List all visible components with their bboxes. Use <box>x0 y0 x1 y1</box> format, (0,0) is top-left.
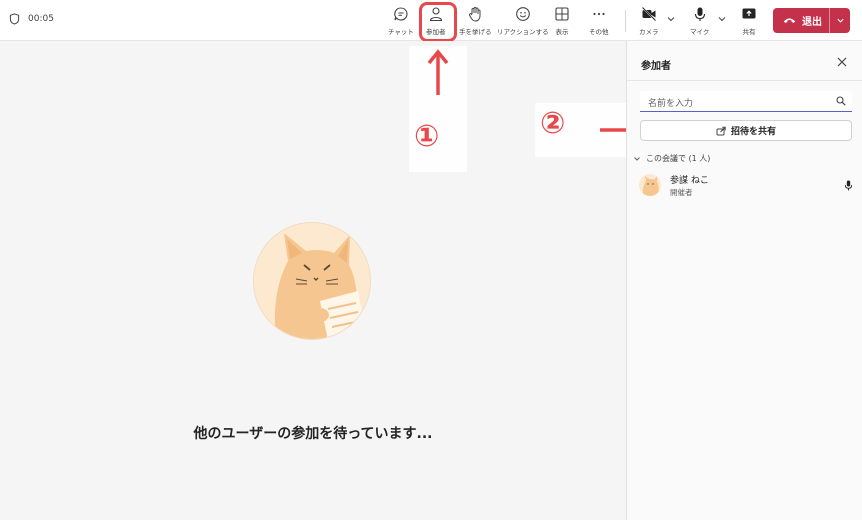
share-icon <box>716 126 726 135</box>
call-timer: 00:05 <box>9 13 54 25</box>
participant-name: 参謀 ねこ <box>670 175 709 186</box>
panel-title: 参加者 <box>641 61 671 72</box>
raise-hand-label: 手を挙げる <box>459 28 492 36</box>
chevron-down-icon <box>836 18 844 23</box>
mic-icon <box>844 180 853 191</box>
phone-hangup-icon <box>783 18 796 23</box>
more-label: その他 <box>589 28 609 36</box>
participants-panel: 参加者 招待を共有 この会議で (1 人) 参謀 ねこ 開催者 <box>626 41 862 520</box>
mic-options-chevron-icon[interactable] <box>717 14 727 24</box>
camera-off-icon <box>641 6 656 22</box>
meeting-toolbar: 00:05 チャット 参加者 手を挙げる リアクションする 表示 その他 カメラ… <box>0 0 862 42</box>
meeting-stage: 他のユーザーの参加を待っています... ① ② <box>0 41 655 520</box>
cat-avatar-icon <box>639 174 661 196</box>
share-screen-icon <box>742 8 756 19</box>
section-label: この会議で (1 人) <box>646 154 711 163</box>
mic-button[interactable]: マイク <box>690 6 709 36</box>
camera-button[interactable]: カメラ <box>639 6 659 36</box>
in-meeting-section-header[interactable]: この会議で (1 人) <box>633 153 710 164</box>
search-icon <box>836 96 846 106</box>
cat-illustration <box>254 223 370 339</box>
raise-hand-button[interactable]: 手を挙げる <box>459 6 492 36</box>
arrow-up-icon <box>427 49 449 95</box>
participant-item[interactable]: 参謀 ねこ 開催者 <box>639 172 857 198</box>
share-screen-button[interactable]: 共有 <box>741 6 757 36</box>
camera-options-chevron-icon[interactable] <box>666 14 676 24</box>
hand-icon <box>469 7 481 22</box>
grid-icon <box>555 7 569 21</box>
mic-label: マイク <box>690 28 710 36</box>
people-button-highlight <box>419 2 457 42</box>
emoji-icon <box>515 7 530 21</box>
leave-label: 退出 <box>802 17 822 28</box>
share-screen-label: 共有 <box>742 28 756 36</box>
avatar <box>639 174 661 196</box>
waiting-message: 他のユーザーの参加を待っています... <box>193 426 433 442</box>
leave-options[interactable] <box>830 16 850 25</box>
react-label: リアクションする <box>497 28 549 36</box>
close-icon[interactable] <box>836 56 848 68</box>
leave-main[interactable]: 退出 <box>773 13 829 28</box>
cat-avatar-image <box>253 222 371 340</box>
chat-button[interactable]: チャット <box>388 6 414 36</box>
participant-search-input[interactable] <box>640 94 825 114</box>
call-duration: 00:05 <box>28 14 54 24</box>
shield-icon <box>9 13 20 25</box>
toolbar-divider <box>625 10 626 32</box>
annotation-step1: ① <box>414 119 440 154</box>
participant-role: 開催者 <box>670 187 693 197</box>
annotation-step2: ② <box>540 106 566 141</box>
share-invite-button[interactable]: 招待を共有 <box>640 120 852 141</box>
share-invite-label: 招待を共有 <box>730 127 776 137</box>
chat-icon <box>394 7 408 21</box>
more-icon <box>593 12 605 16</box>
view-button[interactable]: 表示 <box>554 6 570 36</box>
view-label: 表示 <box>555 28 569 36</box>
panel-header-divider <box>627 80 862 81</box>
participant-search <box>640 91 852 114</box>
mic-icon <box>694 7 705 21</box>
camera-label: カメラ <box>639 28 659 36</box>
leave-button[interactable]: 退出 <box>773 8 850 33</box>
chevron-down-icon <box>634 156 640 161</box>
react-button[interactable]: リアクションする <box>497 6 549 36</box>
more-button[interactable]: その他 <box>589 6 609 36</box>
chat-label: チャット <box>388 28 414 36</box>
